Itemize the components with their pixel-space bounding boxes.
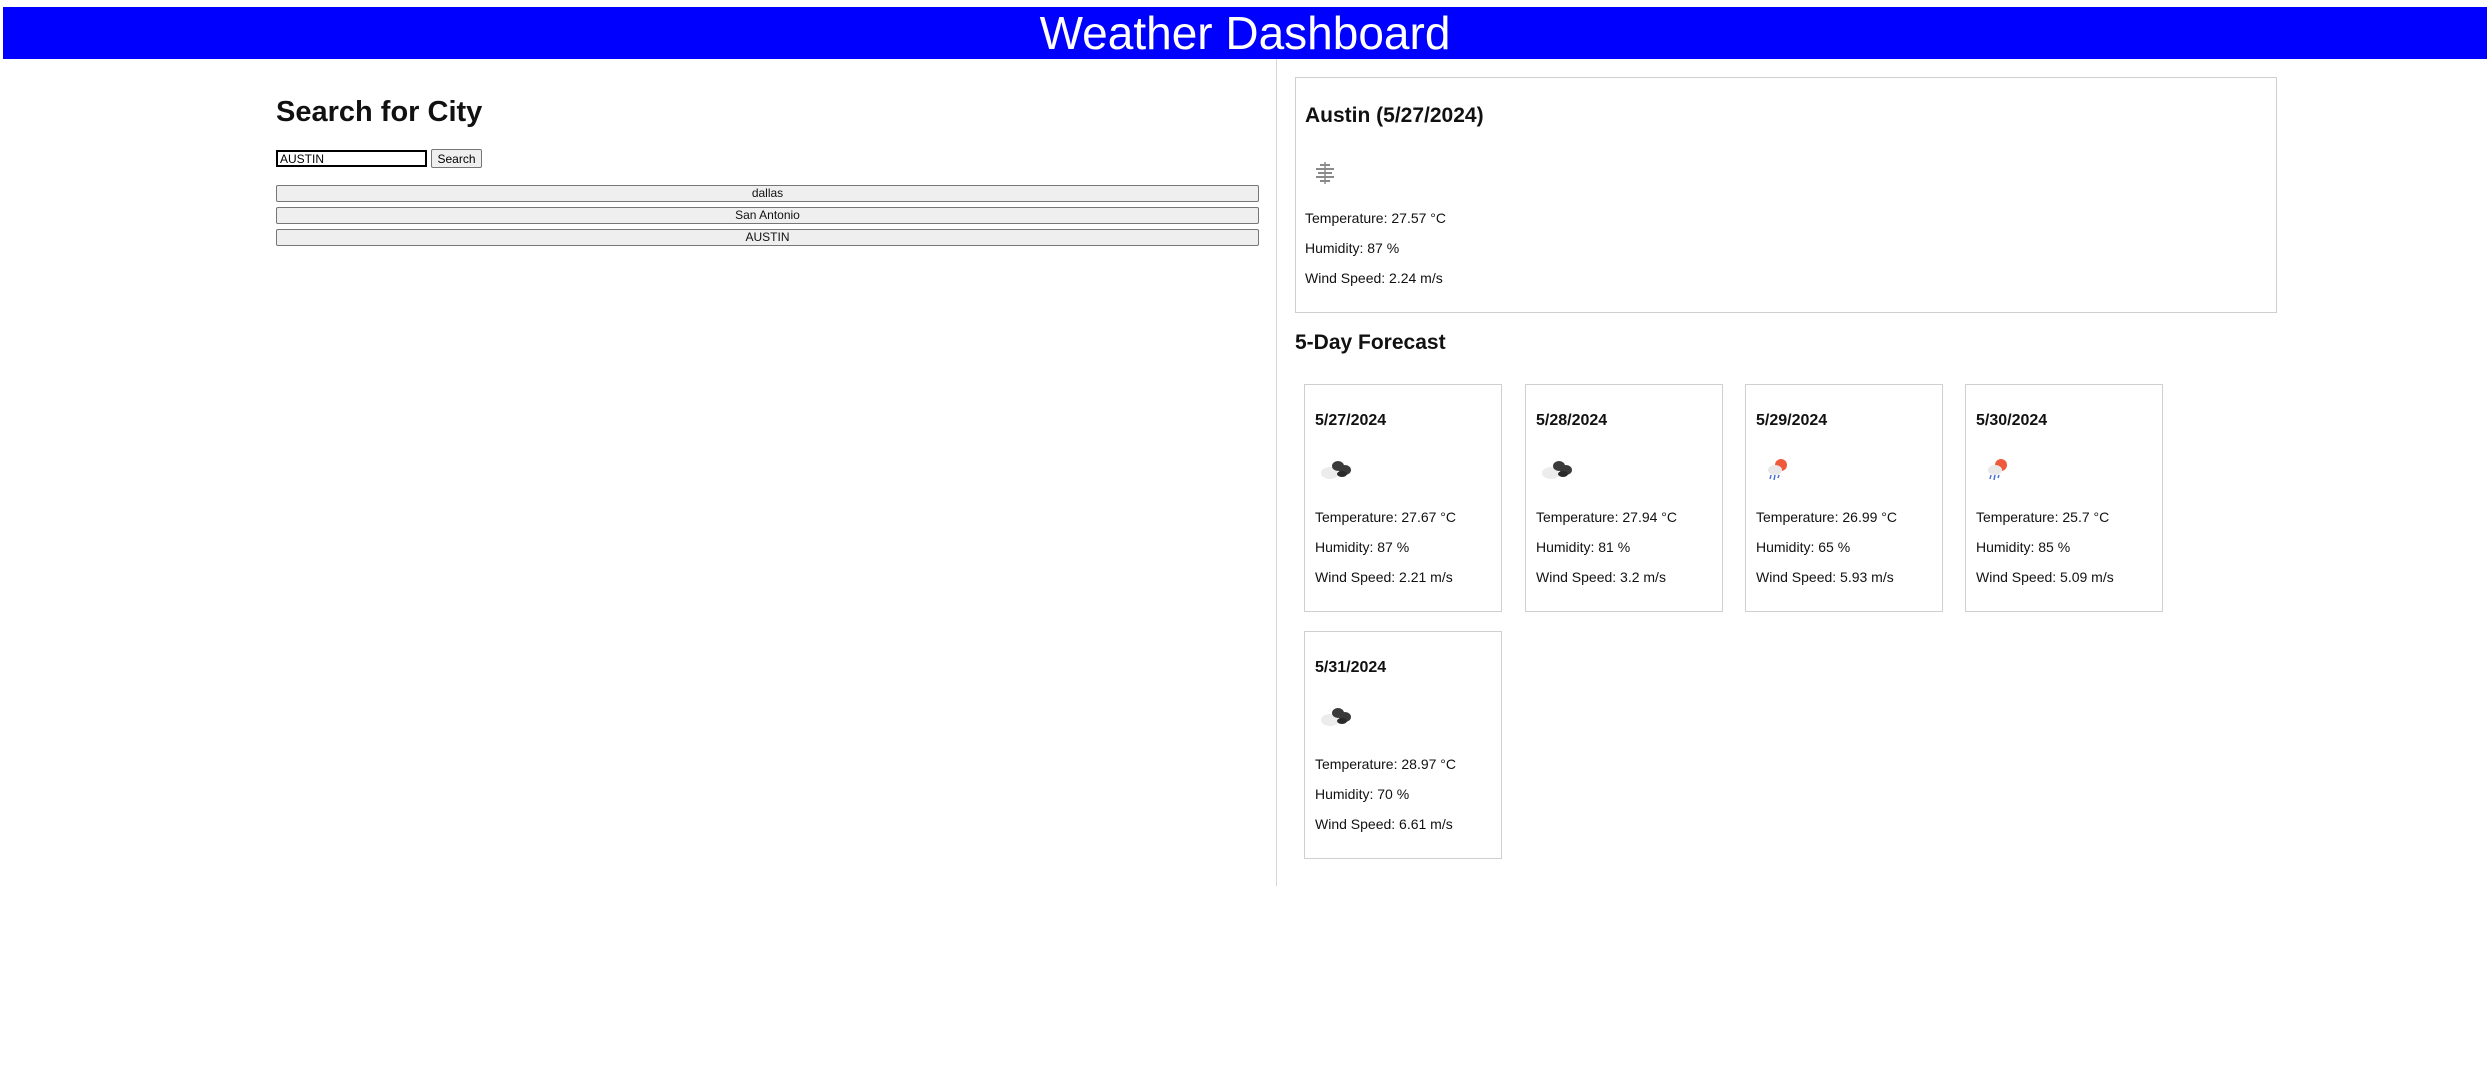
forecast-date: 5/28/2024: [1536, 412, 1608, 429]
search-button[interactable]: Search: [431, 149, 482, 168]
forecast-title: 5-Day Forecast: [1295, 331, 1446, 354]
page-title: Weather Dashboard: [1039, 7, 1451, 59]
sun-rain-icon: [1768, 459, 1787, 481]
forecast-humidity: Humidity: 87 %: [1315, 539, 1410, 555]
column-divider: [1276, 59, 1277, 886]
sun-rain-icon: [1988, 459, 2007, 481]
mist-icon: [1316, 162, 1334, 184]
forecast-temperature: Temperature: 27.67 °C: [1315, 509, 1457, 525]
current-temperature: Temperature: 27.57 °C: [1305, 210, 1447, 226]
forecast-humidity: Humidity: 81 %: [1536, 539, 1631, 555]
forecast-card: 5/29/2024 Temperature: 26.99 °C Humidity…: [1745, 384, 1943, 612]
forecast-date: 5/29/2024: [1756, 412, 1828, 429]
forecast-temperature: Temperature: 26.99 °C: [1756, 509, 1898, 525]
forecast-temperature: Temperature: 25.7 °C: [1976, 509, 2110, 525]
page-header: Weather Dashboard: [3, 7, 2487, 59]
forecast-card: 5/27/2024 Temperature: 27.67 °C Humidity…: [1304, 384, 1502, 612]
search-history: dallas San Antonio AUSTIN: [276, 185, 1259, 251]
current-city-title: Austin (5/27/2024): [1305, 104, 1484, 127]
forecast-card: 5/28/2024 Temperature: 27.94 °C Humidity…: [1525, 384, 1723, 612]
forecast-wind-speed: Wind Speed: 5.93 m/s: [1756, 569, 1894, 585]
forecast-temperature: Temperature: 28.97 °C: [1315, 756, 1457, 772]
current-wind-speed: Wind Speed: 2.24 m/s: [1305, 270, 1443, 286]
history-city-button[interactable]: AUSTIN: [276, 229, 1259, 246]
current-weather-card: Austin (5/27/2024) Temperature: 27.57 °C…: [1295, 77, 2277, 313]
history-city-button[interactable]: San Antonio: [276, 207, 1259, 224]
forecast-humidity: Humidity: 85 %: [1976, 539, 2071, 555]
forecast-card: 5/31/2024 Temperature: 28.97 °C Humidity…: [1304, 631, 1502, 859]
forecast-date: 5/27/2024: [1315, 412, 1387, 429]
broken-clouds-icon: [1321, 708, 1351, 726]
broken-clouds-icon: [1542, 461, 1572, 479]
forecast-temperature: Temperature: 27.94 °C: [1536, 509, 1678, 525]
search-title: Search for City: [276, 96, 483, 128]
forecast-wind-speed: Wind Speed: 3.2 m/s: [1536, 569, 1666, 585]
forecast-wind-speed: Wind Speed: 2.21 m/s: [1315, 569, 1453, 585]
broken-clouds-icon: [1321, 461, 1351, 479]
forecast-card: 5/30/2024 Temperature: 25.7 °C Humidity:…: [1965, 384, 2163, 612]
forecast-wind-speed: Wind Speed: 6.61 m/s: [1315, 816, 1453, 832]
city-search-input[interactable]: [276, 150, 427, 167]
forecast-date: 5/30/2024: [1976, 412, 2048, 429]
forecast-wind-speed: Wind Speed: 5.09 m/s: [1976, 569, 2114, 585]
forecast-date: 5/31/2024: [1315, 659, 1387, 676]
forecast-humidity: Humidity: 65 %: [1756, 539, 1851, 555]
history-city-button[interactable]: dallas: [276, 185, 1259, 202]
forecast-humidity: Humidity: 70 %: [1315, 786, 1410, 802]
current-humidity: Humidity: 87 %: [1305, 240, 1400, 256]
